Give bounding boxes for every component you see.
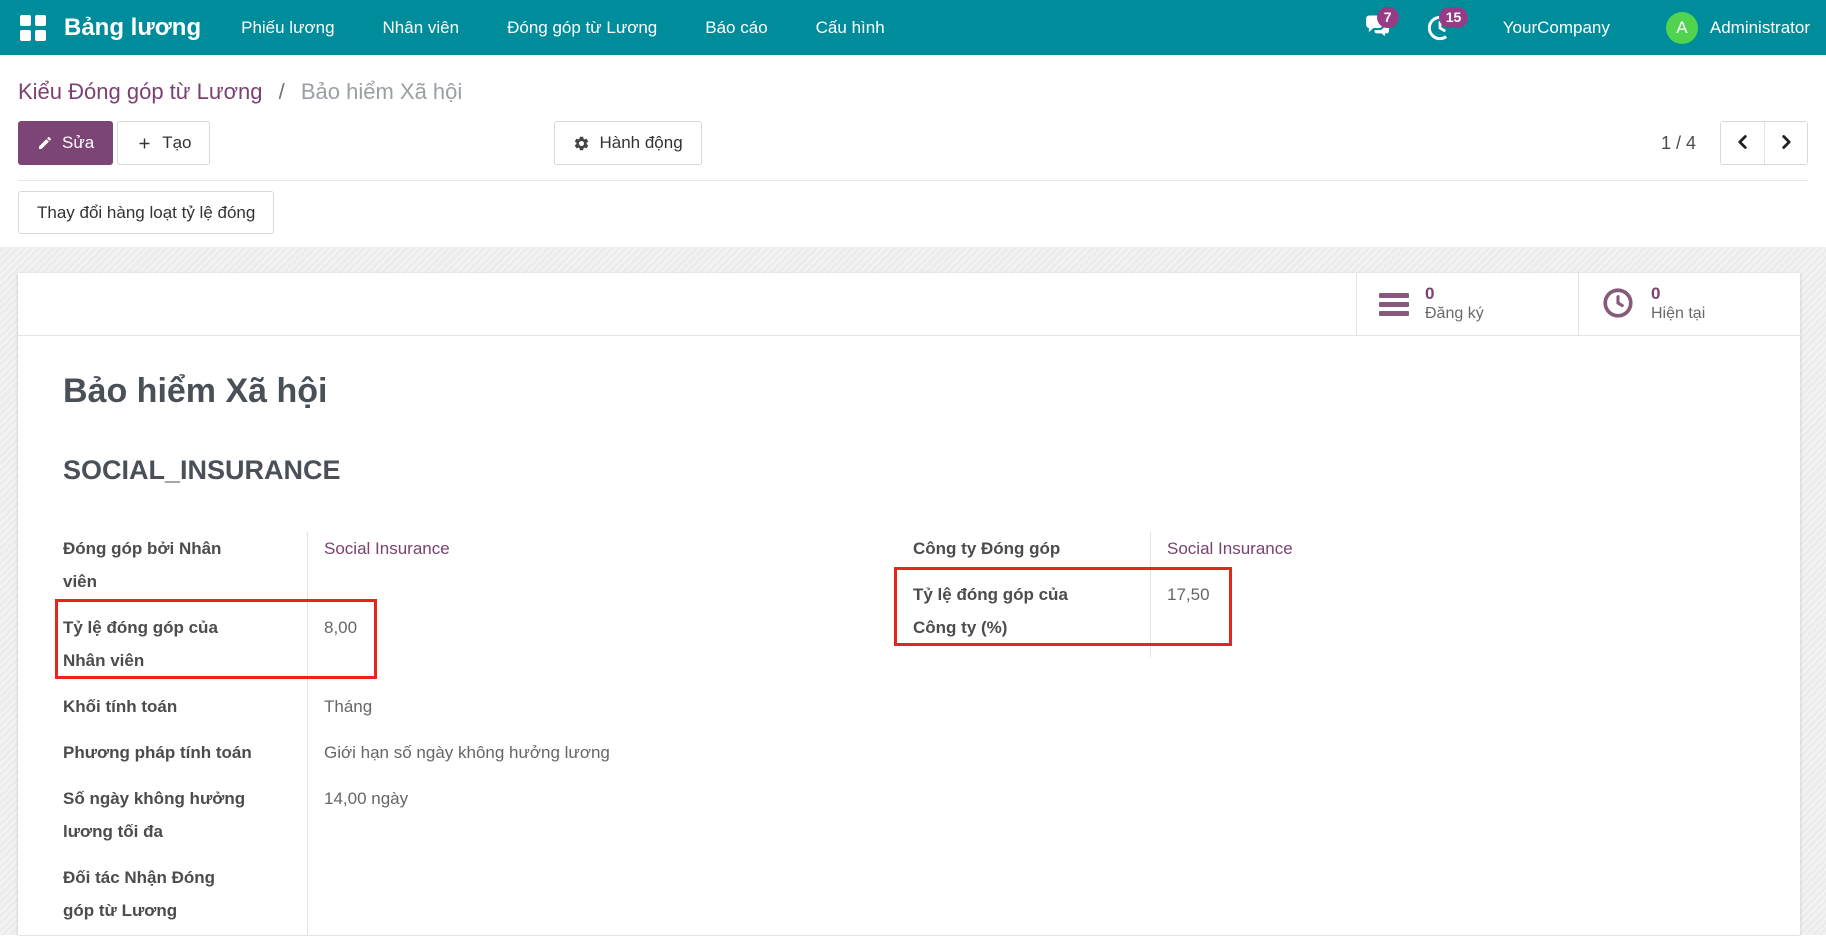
field-label: Khối tính toán	[63, 690, 308, 736]
form-view-background: 0 Đăng ký 0 Hiện tại Bảo hiểm Xã hội	[0, 247, 1826, 935]
chevron-left-icon	[1732, 131, 1754, 156]
pager-next-button[interactable]	[1764, 122, 1807, 164]
field-value-link[interactable]: Social Insurance	[1151, 532, 1755, 578]
list-bars-icon	[1379, 293, 1409, 316]
field-value: 8,00	[308, 611, 723, 690]
stat-label: Hiện tại	[1651, 304, 1705, 324]
statusbar: Thay đổi hàng loạt tỷ lệ đóng	[18, 180, 1808, 247]
company-switcher[interactable]: YourCompany	[1503, 18, 1610, 38]
field-label: Đóng góp bởi Nhân viên	[63, 532, 308, 611]
activities-button[interactable]: 15	[1423, 11, 1457, 45]
plus-icon	[136, 135, 153, 152]
user-name: Administrator	[1710, 18, 1810, 38]
field-value-link[interactable]: Social Insurance	[308, 532, 723, 611]
stat-value: 0	[1425, 284, 1484, 304]
breadcrumb: Kiểu Đóng góp từ Lương / Bảo hiểm Xã hội	[18, 55, 1808, 105]
field-row-computation-block: Khối tính toán Tháng	[63, 690, 723, 736]
action-menu-button[interactable]: Hành động	[554, 121, 701, 165]
create-button-label: Tạo	[162, 133, 191, 153]
main-menu: Phiếu lương Nhân viên Đóng góp từ Lương …	[217, 0, 909, 55]
stat-button-row: 0 Đăng ký 0 Hiện tại	[18, 273, 1800, 336]
app-title[interactable]: Bảng lương	[64, 14, 201, 42]
navbar-systray: 7 15 YourCompany A Administrator	[1361, 11, 1810, 45]
field-group-right: Công ty Đóng góp Social Insurance Tỷ lệ …	[913, 532, 1755, 657]
top-navbar: Bảng lương Phiếu lương Nhân viên Đóng gó…	[0, 0, 1826, 55]
field-value: Tháng	[308, 690, 723, 736]
create-button[interactable]: Tạo	[117, 121, 210, 165]
field-row-max-unpaid-days: Số ngày không hưởng lương tối đa 14,00 n…	[63, 782, 723, 861]
record-title: Bảo hiểm Xã hội	[63, 370, 1755, 412]
menu-item-cau-hinh[interactable]: Cấu hình	[792, 0, 909, 55]
edit-button-label: Sửa	[62, 133, 94, 153]
stat-value: 0	[1651, 284, 1705, 304]
field-label: Phương pháp tính toán	[63, 736, 308, 782]
avatar: A	[1666, 12, 1698, 44]
messages-badge: 7	[1377, 7, 1399, 28]
control-panel-buttons: Sửa Tạo Hành động 1 / 4	[18, 121, 1808, 165]
field-row-company-contribution: Công ty Đóng góp Social Insurance	[913, 532, 1755, 578]
pager-previous-button[interactable]	[1721, 122, 1764, 164]
pencil-icon	[37, 135, 53, 151]
breadcrumb-current: Bảo hiểm Xã hội	[301, 79, 462, 104]
control-panel: Kiểu Đóng góp từ Lương / Bảo hiểm Xã hội…	[0, 55, 1826, 247]
menu-item-nhan-vien[interactable]: Nhân viên	[359, 0, 484, 55]
pager: 1 / 4	[1661, 121, 1808, 165]
field-value: 14,00 ngày	[308, 782, 723, 861]
menu-item-dong-gop-tu-luong[interactable]: Đóng góp từ Lương	[483, 0, 681, 55]
field-row-company-rate: Tỷ lệ đóng góp của Công ty (%) 17,50	[913, 578, 1755, 657]
edit-button[interactable]: Sửa	[18, 121, 113, 165]
chevron-right-icon	[1775, 131, 1797, 156]
stat-button-current[interactable]: 0 Hiện tại	[1578, 273, 1800, 335]
record-sheet: 0 Đăng ký 0 Hiện tại Bảo hiểm Xã hội	[18, 273, 1800, 935]
gear-icon	[573, 135, 590, 152]
field-value	[308, 861, 723, 936]
field-group-left: Đóng góp bởi Nhân viên Social Insurance …	[63, 532, 723, 936]
pager-counter: 1 / 4	[1661, 133, 1696, 154]
field-value: 17,50	[1151, 578, 1755, 657]
field-label: Tỷ lệ đóng góp của Công ty (%)	[913, 578, 1151, 657]
record-code: SOCIAL_INSURANCE	[63, 452, 1755, 488]
field-row-employee-contribution: Đóng góp bởi Nhân viên Social Insurance	[63, 532, 723, 611]
stat-label: Đăng ký	[1425, 304, 1484, 324]
activities-badge: 15	[1439, 7, 1469, 28]
apps-menu-button[interactable]	[16, 11, 50, 45]
field-row-computation-method: Phương pháp tính toán Giới hạn số ngày k…	[63, 736, 723, 782]
field-label: Công ty Đóng góp	[913, 532, 1151, 578]
clock-icon	[1601, 286, 1635, 323]
menu-item-phieu-luong[interactable]: Phiếu lương	[217, 0, 358, 55]
field-row-contribution-partner: Đối tác Nhận Đóng góp từ Lương	[63, 861, 723, 936]
stat-button-registrations[interactable]: 0 Đăng ký	[1356, 273, 1578, 335]
breadcrumb-parent-link[interactable]: Kiểu Đóng góp từ Lương	[18, 79, 262, 104]
field-label: Đối tác Nhận Đóng góp từ Lương	[63, 861, 308, 936]
messages-button[interactable]: 7	[1361, 11, 1395, 45]
breadcrumb-separator: /	[279, 79, 285, 104]
menu-item-bao-cao[interactable]: Báo cáo	[681, 0, 791, 55]
field-groups: Đóng góp bởi Nhân viên Social Insurance …	[63, 532, 1755, 936]
field-value: Giới hạn số ngày không hưởng lương	[308, 736, 723, 782]
field-label: Số ngày không hưởng lương tối đa	[63, 782, 308, 861]
action-menu-label: Hành động	[599, 133, 682, 153]
apps-grid-icon	[20, 15, 46, 41]
field-row-employee-rate: Tỷ lệ đóng góp của Nhân viên 8,00	[63, 611, 723, 690]
batch-update-button[interactable]: Thay đổi hàng loạt tỷ lệ đóng	[18, 191, 274, 234]
pager-buttons	[1720, 121, 1808, 165]
user-menu[interactable]: A Administrator	[1666, 12, 1810, 44]
sheet-content: Bảo hiểm Xã hội SOCIAL_INSURANCE Đóng gó…	[18, 370, 1800, 936]
field-label: Tỷ lệ đóng góp của Nhân viên	[63, 611, 308, 690]
